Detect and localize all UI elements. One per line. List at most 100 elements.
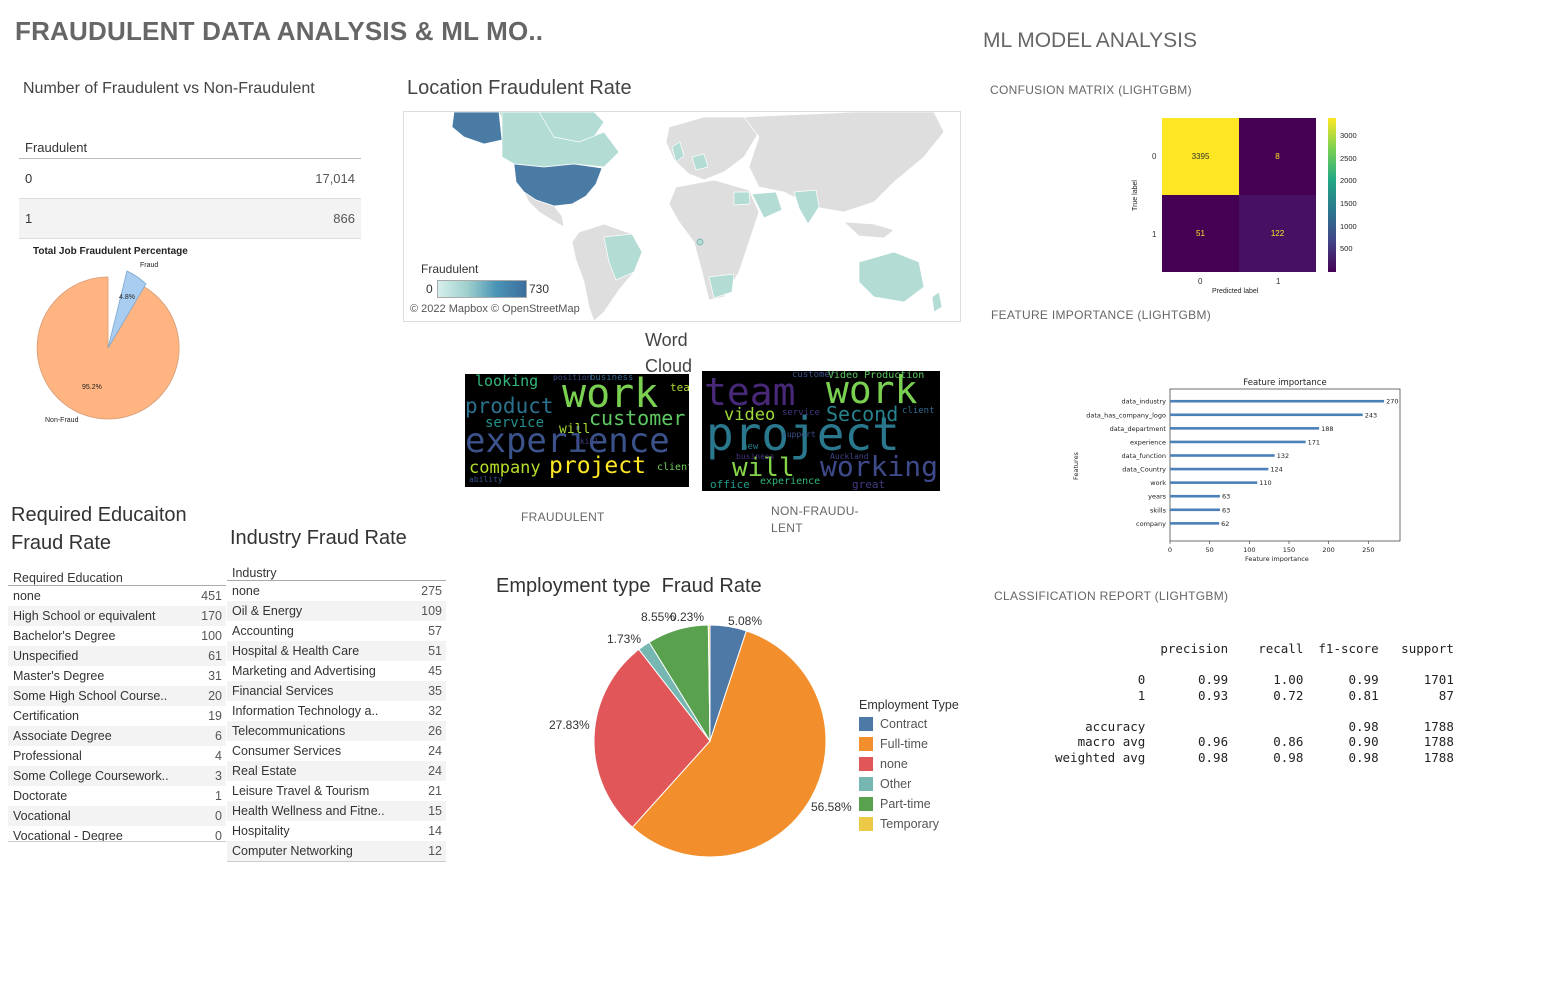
legend-item-contract[interactable]: Contract — [859, 714, 959, 734]
row-value: 451 — [201, 589, 222, 603]
row-value: 0 — [215, 829, 222, 842]
table-row[interactable]: Financial Services 35 — [227, 681, 446, 701]
fi-category-label: skills — [1150, 506, 1167, 514]
confusion-colorbar — [1328, 118, 1336, 272]
row-label: Some High School Course.. — [13, 689, 168, 703]
colorbar-tick: 3000 — [1340, 130, 1357, 140]
table-row[interactable]: Some College Coursework.. 3 — [8, 766, 226, 786]
wordcloud-word: customer — [589, 406, 686, 430]
row-label: Accounting — [232, 624, 294, 638]
table-header: Fraudulent — [19, 140, 361, 159]
table-row[interactable]: Hospital & Health Care 51 — [227, 641, 446, 661]
table-row[interactable]: Computer Networking 12 — [227, 841, 446, 861]
education-table: Required Education none 451 High School or… — [8, 567, 226, 842]
fi-value-label: 171 — [1308, 438, 1320, 446]
map-legend-min: 0 — [426, 282, 433, 296]
employment-legend: Employment Type Contract Full-time none Oth… — [859, 698, 959, 834]
table-row[interactable]: Vocational 0 — [8, 806, 226, 826]
fraud-count-title: Number of Fraudulent vs Non-Fraudulent — [23, 80, 315, 97]
row-label: none — [13, 589, 41, 603]
legend-item-none[interactable]: none — [859, 754, 959, 774]
fi-bar[interactable] — [1170, 481, 1258, 484]
table-row[interactable]: Hospitality 14 — [227, 821, 446, 841]
wordcloud-word: team — [670, 381, 689, 394]
fraud-count-table: Fraudulent 0 17,014 1 866 — [19, 140, 361, 239]
table-row[interactable]: Doctorate 1 — [8, 786, 226, 806]
table-row[interactable]: Professional 4 — [8, 746, 226, 766]
table-row[interactable]: Oil & Energy 109 — [227, 601, 446, 621]
table-row[interactable]: Real Estate 24 — [227, 761, 446, 781]
legend-swatch — [859, 797, 873, 811]
confusion-cell-fn[interactable]: 51 — [1162, 195, 1239, 272]
table-row[interactable]: Leisure Travel & Tourism 21 — [227, 781, 446, 801]
education-title: Required Educaiton Fraud Rate — [11, 501, 187, 557]
legend-swatch — [859, 757, 873, 771]
wordcloud-word: experience — [760, 476, 821, 487]
wordcloud-word: new — [742, 442, 759, 452]
confusion-cell-fp[interactable]: 8 — [1239, 118, 1316, 195]
row-label: Vocational — [13, 809, 71, 823]
table-row[interactable]: Master's Degree 31 — [8, 666, 226, 686]
fi-xlabel: Feature importance — [1245, 555, 1309, 562]
row-value: 14 — [428, 824, 442, 838]
fi-value-label: 124 — [1270, 466, 1282, 474]
table-row[interactable]: 1 866 — [19, 199, 361, 239]
row-label: Real Estate — [232, 764, 297, 778]
fi-bar[interactable] — [1170, 508, 1220, 512]
ml-section-title: ML MODEL ANALYSIS — [983, 29, 1197, 52]
row-value: 6 — [215, 729, 222, 743]
fi-bar[interactable] — [1170, 467, 1269, 471]
row-value: 45 — [428, 664, 442, 678]
dashboard-title: FRAUDULENT DATA ANALYSIS & ML MO.. — [15, 16, 544, 46]
table-row[interactable]: none 451 — [8, 586, 226, 606]
location-point[interactable] — [696, 238, 704, 246]
table-row[interactable]: Bachelor's Degree 100 — [8, 626, 226, 646]
fi-bar[interactable] — [1170, 494, 1220, 498]
table-row[interactable]: Unspecified 61 — [8, 646, 226, 666]
table-row[interactable]: Marketing and Advertising 45 — [227, 661, 446, 681]
fi-bar[interactable] — [1170, 413, 1363, 417]
table-row[interactable]: 0 17,014 — [19, 159, 361, 199]
row-label: Oil & Energy — [232, 604, 303, 618]
row-label: Financial Services — [232, 684, 334, 698]
fi-category-label: work — [1150, 479, 1166, 487]
fi-bar[interactable] — [1170, 440, 1306, 444]
table-row[interactable]: none 275 — [227, 581, 446, 601]
table-row[interactable]: High School or equivalent 170 — [8, 606, 226, 626]
legend-item-full-time[interactable]: Full-time — [859, 734, 959, 754]
fi-bar[interactable] — [1170, 454, 1275, 457]
table-row[interactable]: Accounting 57 — [227, 621, 446, 641]
table-row[interactable]: Telecommunications 26 — [227, 721, 446, 741]
wordcloud-word: Auckland — [830, 452, 869, 461]
row-label: Bachelor's Degree — [13, 629, 116, 643]
legend-item-part-time[interactable]: Part-time — [859, 794, 959, 814]
table-row[interactable]: Some High School Course.. 20 — [8, 686, 226, 706]
table-row[interactable]: Health Wellness and Fitne.. 15 — [227, 801, 446, 821]
row-label: Leisure Travel & Tourism — [232, 784, 370, 798]
confusion-cell-tp[interactable]: 122 — [1239, 195, 1316, 272]
table-row[interactable]: Vocational - Degree 0 — [8, 826, 226, 842]
fi-bar[interactable] — [1170, 522, 1220, 525]
table-row[interactable]: Associate Degree 6 — [8, 726, 226, 746]
map-attribution[interactable]: © 2022 Mapbox © OpenStreetMap — [410, 303, 580, 315]
location-map[interactable]: Fraudulent 0 730 © 2022 Mapbox © OpenStr… — [403, 111, 961, 322]
wordcloud-word: position — [553, 374, 592, 382]
legend-item-other[interactable]: Other — [859, 774, 959, 794]
wordcloud-title: Word Cloud — [645, 330, 693, 376]
legend-swatch — [859, 717, 873, 731]
fi-bar[interactable] — [1170, 427, 1320, 430]
wordcloud-fraud: work experience product customer project comp… — [465, 374, 689, 487]
row-value: 170 — [201, 609, 222, 623]
fi-bar[interactable] — [1170, 399, 1385, 403]
table-row[interactable]: Information Technology a.. 32 — [227, 701, 446, 721]
wordcloud-word: service — [485, 415, 545, 431]
table-row[interactable]: Consumer Services 24 — [227, 741, 446, 761]
employment-title: Employment type Fraud Rate — [496, 575, 762, 597]
table-row[interactable]: Certification 19 — [8, 706, 226, 726]
row-value: 19 — [208, 709, 222, 723]
legend-item-temporary[interactable]: Temporary — [859, 814, 959, 834]
row-value: 21 — [428, 784, 442, 798]
confusion-cell-tn[interactable]: 3395 — [1162, 118, 1239, 195]
colorbar-tick: 500 — [1340, 244, 1353, 254]
egypt-shape — [733, 191, 751, 206]
